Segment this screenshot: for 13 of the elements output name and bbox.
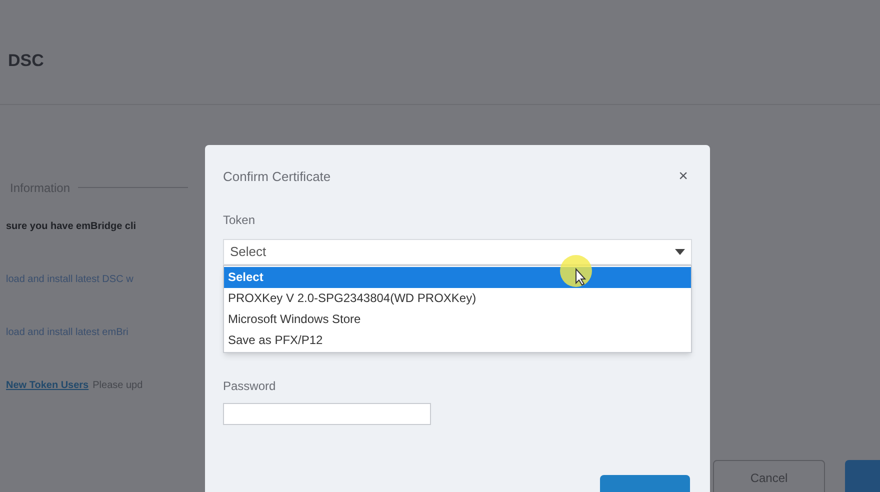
dropdown-option[interactable]: Select (224, 266, 691, 288)
info-text: sure you have emBridge cli (6, 220, 136, 234)
dropdown-option[interactable]: Save as PFX/P12 (224, 330, 691, 351)
token-select[interactable]: Select (223, 239, 692, 265)
chevron-down-icon (675, 248, 685, 255)
password-label: Password (223, 378, 277, 395)
token-label: Token (223, 212, 256, 229)
page-heading: DSC (7, 50, 45, 72)
dropdown-option[interactable]: PROXKey V 2.0-SPG2343804(WD PROXKey) (224, 288, 691, 309)
dialog-title: Confirm Certificate (223, 168, 331, 186)
password-field[interactable] (223, 402, 431, 425)
dropdown-option[interactable]: Microsoft Windows Store (224, 308, 691, 330)
close-button[interactable]: × (674, 165, 692, 189)
